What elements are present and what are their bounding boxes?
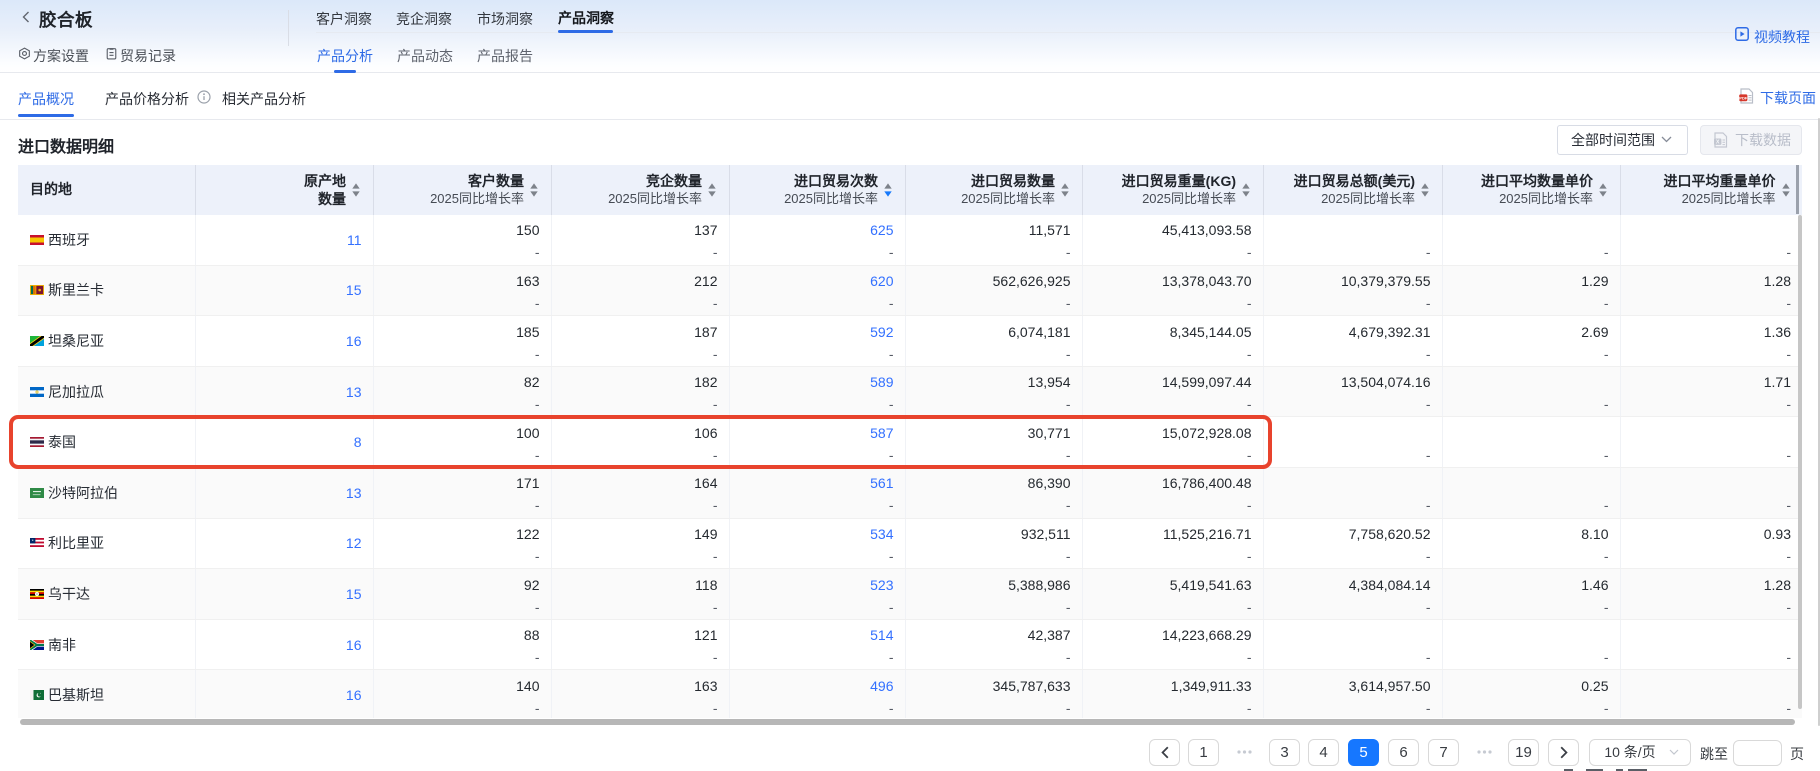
svg-text:PDF: PDF	[1739, 95, 1748, 100]
svg-text:X: X	[1716, 140, 1720, 146]
